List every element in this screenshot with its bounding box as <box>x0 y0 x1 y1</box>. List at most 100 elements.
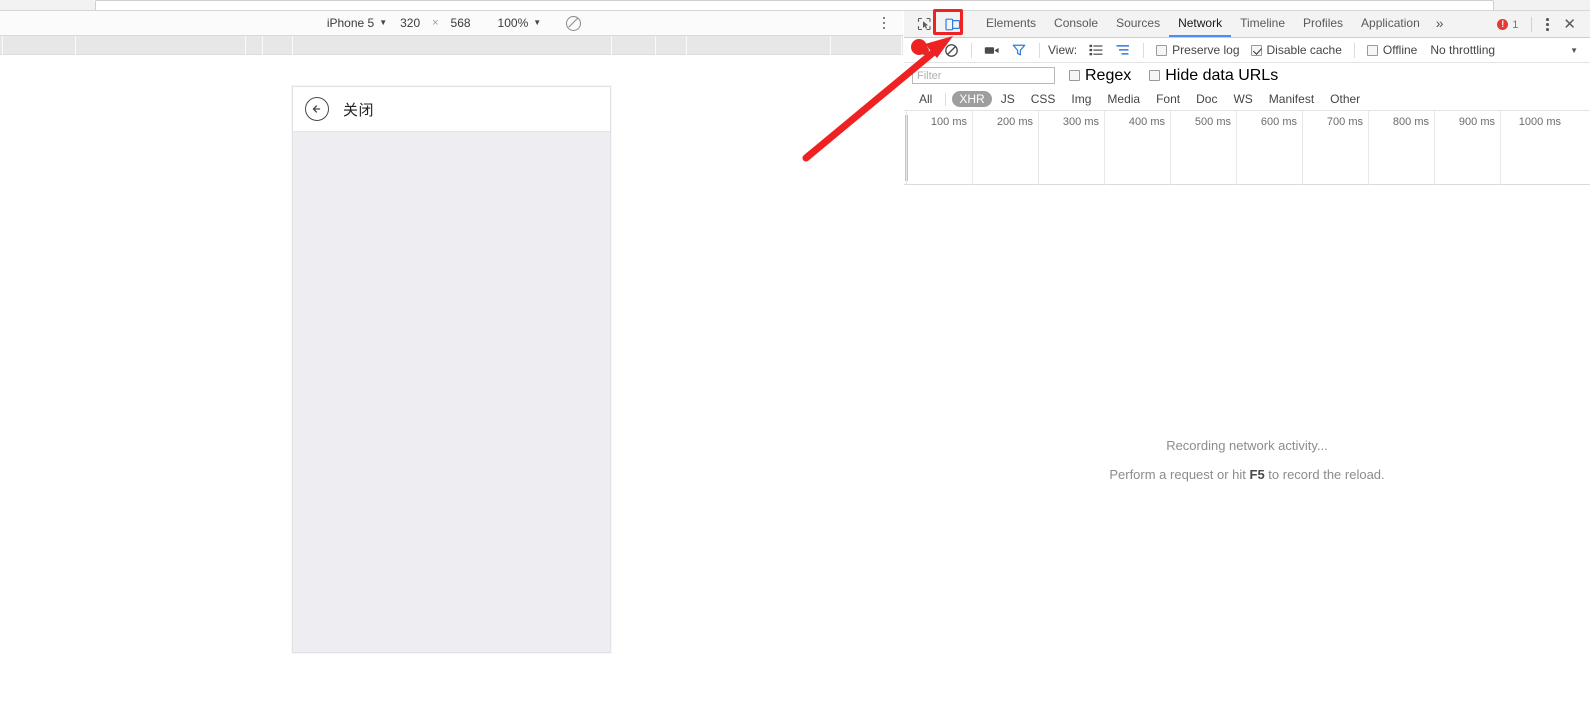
tab-network[interactable]: Network <box>1169 11 1232 37</box>
timeline-tick: 200 ms <box>996 116 1033 128</box>
devtools-menu-icon[interactable] <box>1539 18 1555 31</box>
network-toolbar: View: Preserve log Disable cache Offline… <box>904 38 1590 63</box>
hint-prefix: Perform a request or hit <box>1109 466 1250 482</box>
recording-status-text: Recording network activity... <box>1166 437 1328 453</box>
zoom-label: 100% <box>497 16 529 30</box>
list-view-icon[interactable] <box>1084 39 1108 61</box>
type-filter-doc[interactable]: Doc <box>1189 91 1224 107</box>
tab-application[interactable]: Application <box>1352 11 1429 37</box>
timeline-tick: 100 ms <box>930 116 967 128</box>
devtools-tabbar-actions: ! 1 ✕ <box>1491 11 1590 38</box>
type-filter-ws[interactable]: WS <box>1226 91 1259 107</box>
close-devtools-icon[interactable]: ✕ <box>1557 17 1582 32</box>
preserve-log-checkbox[interactable]: Preserve log <box>1152 43 1243 57</box>
clear-network-log-icon[interactable] <box>939 39 963 61</box>
tab-profiles[interactable]: Profiles <box>1294 11 1352 37</box>
devtools-tab-list: Elements Console Sources Network Timelin… <box>977 11 1451 37</box>
checkbox-box <box>1250 44 1262 56</box>
divider <box>1531 17 1533 32</box>
type-filter-js[interactable]: JS <box>994 91 1022 107</box>
mobile-page-title: 关闭 <box>343 100 375 119</box>
network-timeline-ruler: 100 ms 200 ms 300 ms 400 ms 500 ms 600 m… <box>904 111 1590 185</box>
network-filter-row: Regex Hide data URLs <box>904 63 1590 88</box>
type-filter-all[interactable]: All <box>912 91 939 107</box>
device-preset-select[interactable]: iPhone 5 ▼ <box>321 13 393 33</box>
tab-label: Network <box>1178 16 1223 30</box>
zoom-select[interactable]: 100% ▼ <box>490 13 550 33</box>
timeline-tick: 300 ms <box>1062 116 1099 128</box>
checkbox-box <box>1069 70 1080 81</box>
devtools-tabbar: Elements Console Sources Network Timelin… <box>904 11 1590 38</box>
type-filter-css[interactable]: CSS <box>1024 91 1063 107</box>
tab-sources[interactable]: Sources <box>1107 11 1169 37</box>
regex-checkbox[interactable]: Regex <box>1065 67 1135 85</box>
chevron-down-icon: ▼ <box>379 18 388 27</box>
tab-label: Elements <box>986 16 1037 30</box>
throttling-select[interactable]: No throttling <box>1430 43 1495 57</box>
divider <box>945 92 947 106</box>
device-viewport-ruler <box>0 36 903 55</box>
divider <box>971 42 972 58</box>
tab-label: Application <box>1361 16 1420 30</box>
device-height-input[interactable]: 568 <box>444 16 478 30</box>
disable-cache-label: Disable cache <box>1266 43 1342 57</box>
divider <box>1143 42 1145 58</box>
error-count-badge[interactable]: ! 1 <box>1491 19 1524 31</box>
preserve-log-label: Preserve log <box>1172 43 1240 57</box>
tab-label: Profiles <box>1303 16 1344 30</box>
error-count-label: 1 <box>1512 18 1519 31</box>
disable-cache-checkbox[interactable]: Disable cache <box>1247 43 1346 57</box>
type-filter-font[interactable]: Font <box>1149 91 1187 107</box>
no-throttling-icon[interactable] <box>565 15 582 32</box>
hint-suffix: to record the reload. <box>1264 466 1385 482</box>
device-toolbar-menu-button[interactable] <box>877 15 891 31</box>
device-preset-label: iPhone 5 <box>326 16 375 30</box>
screenshot-root: iPhone 5 ▼ 320 × 568 100% ▼ 关闭 Elements … <box>0 0 1590 709</box>
more-tabs-button[interactable]: » <box>1429 11 1451 37</box>
camera-icon[interactable] <box>980 39 1004 61</box>
device-width-input[interactable]: 320 <box>393 16 427 30</box>
tab-timeline[interactable]: Timeline <box>1231 11 1294 37</box>
address-bar[interactable] <box>95 0 1494 10</box>
type-filter-xhr[interactable]: XHR <box>952 91 992 107</box>
timeline-tick: 1000 ms <box>1518 116 1561 128</box>
dimension-separator: × <box>432 17 439 29</box>
type-filter-other[interactable]: Other <box>1323 91 1367 107</box>
browser-omnibar <box>0 0 1590 11</box>
timeline-tick: 800 ms <box>1392 116 1429 128</box>
timeline-tick: 400 ms <box>1128 116 1165 128</box>
type-filter-img[interactable]: Img <box>1064 91 1098 107</box>
tab-console[interactable]: Console <box>1045 11 1107 37</box>
timeline-tick: 700 ms <box>1326 116 1363 128</box>
checkbox-box <box>1156 44 1168 56</box>
device-emulation-toolbar: iPhone 5 ▼ 320 × 568 100% ▼ <box>0 11 903 36</box>
type-filter-manifest[interactable]: Manifest <box>1262 91 1321 107</box>
back-arrow-icon[interactable] <box>305 97 329 121</box>
tab-label: Console <box>1054 16 1099 30</box>
tab-label: Sources <box>1116 16 1161 30</box>
chevron-down-icon[interactable]: ▼ <box>1570 46 1578 55</box>
hide-data-urls-label: Hide data URLs <box>1165 66 1279 84</box>
hint-shortcut-key: F5 <box>1249 466 1265 482</box>
view-label: View: <box>1048 43 1078 57</box>
timeline-tick: 600 ms <box>1260 116 1297 128</box>
recording-hint-text: Perform a request or hit F5 to record th… <box>1109 467 1384 482</box>
filter-input[interactable] <box>912 67 1055 84</box>
mobile-page-body <box>293 132 610 651</box>
waterfall-view-icon[interactable] <box>1111 39 1135 61</box>
type-filter-media[interactable]: Media <box>1100 91 1147 107</box>
record-button-icon[interactable] <box>912 39 936 61</box>
hide-data-urls-checkbox[interactable]: Hide data URLs <box>1145 67 1282 85</box>
emulated-device-viewport: 关闭 <box>292 86 611 653</box>
timeline-tick: 500 ms <box>1194 116 1231 128</box>
regex-label: Regex <box>1085 66 1132 84</box>
device-emulation-pane: iPhone 5 ▼ 320 × 568 100% ▼ 关闭 <box>0 11 903 709</box>
annotation-highlight-box <box>933 9 963 35</box>
filter-funnel-icon[interactable] <box>1007 39 1031 61</box>
divider <box>1353 42 1355 58</box>
network-empty-state: Recording network activity... Perform a … <box>904 210 1590 709</box>
offline-checkbox[interactable]: Offline <box>1363 43 1421 57</box>
divider <box>1039 42 1040 58</box>
emulated-page-canvas: 关闭 <box>0 55 903 709</box>
tab-elements[interactable]: Elements <box>977 11 1045 37</box>
